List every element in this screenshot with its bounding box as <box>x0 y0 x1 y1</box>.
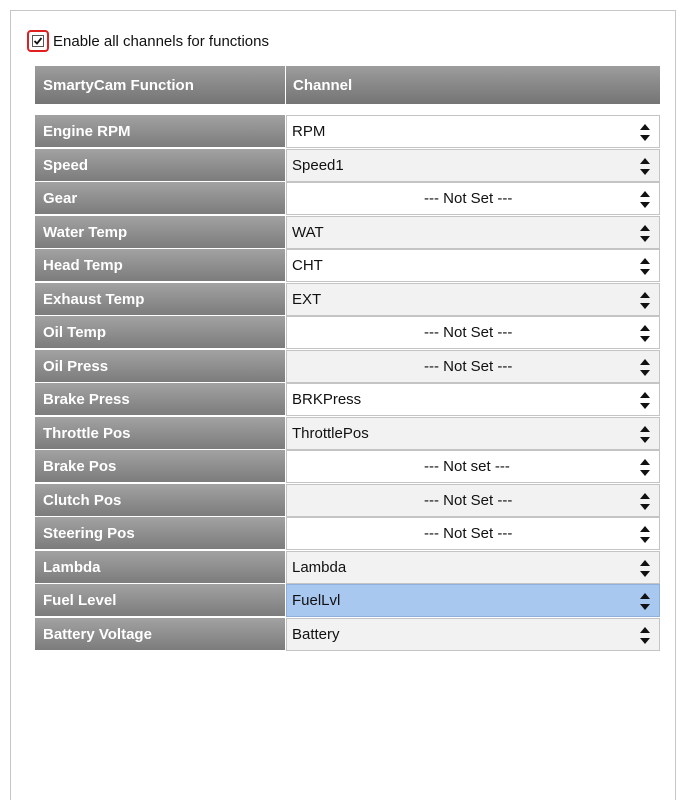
function-row: Speed Speed1 <box>35 149 660 183</box>
up-down-arrows-icon <box>640 627 650 644</box>
up-down-arrows-icon <box>640 459 650 476</box>
channel-select[interactable]: --- Not Set --- <box>286 484 660 517</box>
channel-select[interactable]: --- Not Set --- <box>286 350 660 383</box>
function-row: Gear --- Not Set --- <box>35 182 660 216</box>
function-label: Exhaust Temp <box>35 283 285 315</box>
function-label: Oil Temp <box>35 316 285 348</box>
function-label: Brake Pos <box>35 450 285 482</box>
channel-value: EXT <box>292 291 322 308</box>
up-down-arrows-icon <box>640 593 650 610</box>
channel-value: --- Not Set --- <box>424 492 513 509</box>
up-down-arrows-icon <box>640 292 650 309</box>
function-row: Exhaust Temp EXT <box>35 283 660 317</box>
function-row: Oil Press --- Not Set --- <box>35 350 660 384</box>
channel-value: WAT <box>292 224 324 241</box>
function-row: Clutch Pos --- Not Set --- <box>35 484 660 518</box>
checkmark-icon <box>33 37 43 45</box>
function-label: Speed <box>35 149 285 181</box>
channel-select[interactable]: --- Not set --- <box>286 450 660 483</box>
up-down-arrows-icon <box>640 392 650 409</box>
channel-select[interactable]: Battery <box>286 618 660 651</box>
function-label: Brake Press <box>35 383 285 415</box>
up-down-arrows-icon <box>640 359 650 376</box>
channel-value: FuelLvl <box>292 592 341 609</box>
column-header-function: SmartyCam Function <box>35 66 285 104</box>
function-label: Oil Press <box>35 350 285 382</box>
function-label: Gear <box>35 182 285 214</box>
up-down-arrows-icon <box>640 191 650 208</box>
enable-all-label[interactable]: Enable all channels for functions <box>53 33 269 50</box>
enable-all-row[interactable]: Enable all channels for functions <box>27 28 269 54</box>
function-row: Lambda Lambda <box>35 551 660 585</box>
channel-select[interactable]: Speed1 <box>286 149 660 182</box>
up-down-arrows-icon <box>640 158 650 175</box>
channel-value: --- Not Set --- <box>424 358 513 375</box>
channel-value: --- Not set --- <box>424 458 510 475</box>
channel-select[interactable]: RPM <box>286 115 660 148</box>
up-down-arrows-icon <box>640 426 650 443</box>
function-label: Battery Voltage <box>35 618 285 650</box>
function-label: Clutch Pos <box>35 484 285 516</box>
channel-value: ThrottlePos <box>292 425 369 442</box>
function-row: Head Temp CHT <box>35 249 660 283</box>
function-label: Lambda <box>35 551 285 583</box>
function-label: Steering Pos <box>35 517 285 549</box>
channel-select[interactable]: FuelLvl <box>286 584 660 617</box>
up-down-arrows-icon <box>640 325 650 342</box>
function-row: Oil Temp --- Not Set --- <box>35 316 660 350</box>
channel-select[interactable]: ThrottlePos <box>286 417 660 450</box>
function-row: Steering Pos --- Not Set --- <box>35 517 660 551</box>
channel-select[interactable]: CHT <box>286 249 660 282</box>
function-label: Fuel Level <box>35 584 285 616</box>
enable-all-checkbox[interactable] <box>32 35 44 47</box>
channel-select[interactable]: --- Not Set --- <box>286 517 660 550</box>
function-row: Battery Voltage Battery <box>35 618 660 652</box>
channel-select[interactable]: --- Not Set --- <box>286 182 660 215</box>
channel-value: Speed1 <box>292 157 344 174</box>
function-row: Engine RPM RPM <box>35 115 660 149</box>
channel-select[interactable]: BRKPress <box>286 383 660 416</box>
function-row: Brake Pos --- Not set --- <box>35 450 660 484</box>
channel-select[interactable]: --- Not Set --- <box>286 316 660 349</box>
channel-value: Lambda <box>292 559 347 576</box>
checkbox-focus-ring <box>27 30 49 52</box>
function-row: Brake Press BRKPress <box>35 383 660 417</box>
up-down-arrows-icon <box>640 258 650 275</box>
up-down-arrows-icon <box>640 560 650 577</box>
function-label: Head Temp <box>35 249 285 281</box>
channel-select[interactable]: EXT <box>286 283 660 316</box>
channel-select[interactable]: Lambda <box>286 551 660 584</box>
channel-select[interactable]: WAT <box>286 216 660 249</box>
up-down-arrows-icon <box>640 225 650 242</box>
channel-value: Battery <box>292 626 340 643</box>
column-header-channel: Channel <box>286 66 660 104</box>
up-down-arrows-icon <box>640 526 650 543</box>
up-down-arrows-icon <box>640 493 650 510</box>
function-row: Throttle Pos ThrottlePos <box>35 417 660 451</box>
function-label: Water Temp <box>35 216 285 248</box>
channel-value: CHT <box>292 257 323 274</box>
channel-value: --- Not Set --- <box>424 525 513 542</box>
function-row: Water Temp WAT <box>35 216 660 250</box>
channel-value: --- Not Set --- <box>424 324 513 341</box>
channel-value: RPM <box>292 123 326 140</box>
channel-value: BRKPress <box>292 391 362 408</box>
function-row: Fuel Level FuelLvl <box>35 584 660 618</box>
function-label: Engine RPM <box>35 115 285 147</box>
function-label: Throttle Pos <box>35 417 285 449</box>
up-down-arrows-icon <box>640 124 650 141</box>
channel-value: --- Not Set --- <box>424 190 513 207</box>
